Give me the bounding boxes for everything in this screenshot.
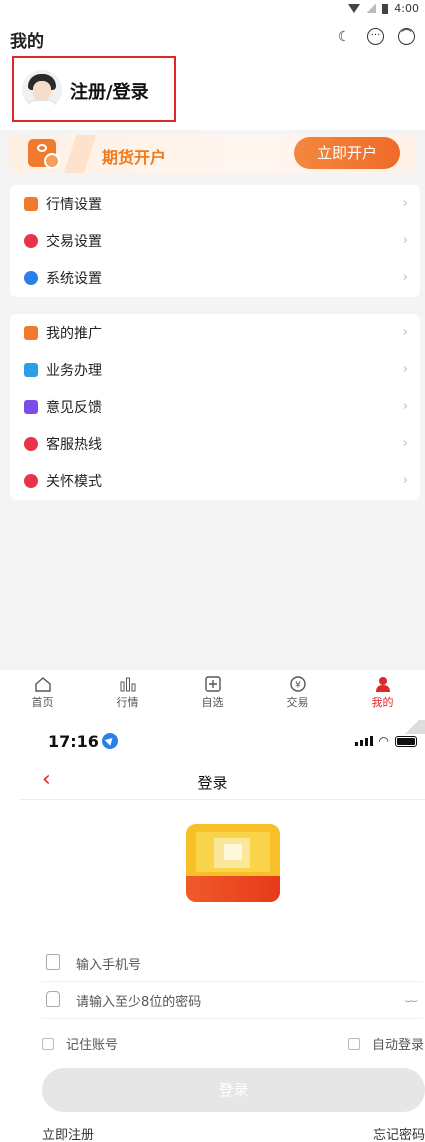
menu-item-label: 我的推广 [46,325,102,342]
menu-item-label: 业务办理 [46,362,102,379]
svg-text:¥: ¥ [295,681,301,691]
tab-watchlist[interactable]: 自选 [170,670,255,712]
message-icon[interactable]: ··· [367,28,384,45]
app-logo [186,824,280,902]
open-account-banner[interactable]: 期货开户 立即开户 [10,135,416,173]
menu-item-feedback[interactable]: 意见反馈 › [10,388,420,425]
wifi-icon: ◠ [378,734,389,748]
avatar [22,70,62,110]
account-icon [28,139,60,169]
yen-icon [24,233,38,248]
login-navbar: ‹ 登录 [20,764,425,800]
tab-label: 自选 [201,696,224,709]
phone-icon [46,954,60,970]
checkbox-icon [347,1038,360,1050]
profile-screen: 4:00 我的 ☾ ··· ⌒ 注册/登录 期货开户 立即开户 行情设置 › 交… [0,0,425,712]
signal-icon [366,4,377,13]
password-field[interactable]: 请输入至少8位的密码 ⌣⌣ [42,981,422,1019]
chevron-right-icon: › [402,196,408,211]
battery-icon [382,3,389,14]
bars-icon [120,677,135,692]
header: 我的 ☾ ··· ⌒ [10,24,415,52]
menu-item-label: 行情设置 [46,196,102,213]
menu-item-label: 系统设置 [46,270,102,287]
service-icon[interactable]: ⌒ [398,28,415,45]
chevron-right-icon: › [402,473,408,488]
bottom-tab-bar: 首页 行情 自选 ¥ 交易 我的 [0,670,425,712]
tab-label: 交易 [286,696,309,709]
page-title: 我的 [10,32,44,52]
menu-item-business[interactable]: 业务办理 › [10,351,420,388]
menu-item-label: 关怀模式 [46,473,102,490]
yen-circle-icon: ¥ [289,676,306,692]
open-account-button[interactable]: 立即开户 [294,137,400,169]
status-time: 4:00 [394,2,419,15]
menu-item-label: 交易设置 [46,233,102,250]
chevron-right-icon: › [402,270,408,285]
auto-login-checkbox[interactable]: 自动登录 [347,1034,424,1053]
add-icon [204,676,221,692]
tab-trade[interactable]: ¥ 交易 [255,670,340,712]
heart-icon [24,473,38,488]
lock-icon [46,991,60,1007]
moon-icon[interactable]: ☾ [335,28,353,46]
ios-status-bar: 17:16 ◠ [0,732,425,756]
briefcase-icon [24,362,38,377]
person-icon [375,677,390,692]
password-placeholder: 请输入至少8位的密码 [76,995,202,1010]
checkbox-icon [42,1038,54,1050]
login-label: 注册/登录 [70,82,149,103]
phone-icon [24,436,38,451]
menu-item-hotline[interactable]: 客服热线 › [10,425,420,462]
phone-field[interactable]: 输入手机号 [42,944,422,982]
tab-label: 行情 [116,696,139,709]
menu-item-system-settings[interactable]: 系统设置 › [10,259,420,296]
grid-icon [24,325,38,340]
forgot-password-link[interactable]: 忘记密码 [373,1124,425,1142]
menu-item-trade-settings[interactable]: 交易设置 › [10,222,420,259]
wifi-icon [348,4,361,13]
login-title: 登录 [197,774,228,792]
home-icon [34,677,51,692]
eye-closed-icon[interactable]: ⌣⌣ [404,993,418,1008]
menu-item-promotion[interactable]: 我的推广 › [10,314,420,351]
settings-card: 行情设置 › 交易设置 › 系统设置 › [10,185,420,297]
tab-mine[interactable]: 我的 [340,670,425,712]
chevron-right-icon: › [402,399,408,414]
chevron-right-icon: › [402,325,408,340]
menu-item-label: 客服热线 [46,436,102,453]
battery-icon [395,735,417,747]
login-button[interactable]: 登录 [42,1068,425,1112]
menu-item-label: 意见反馈 [46,399,102,416]
chevron-right-icon: › [402,362,408,377]
phone-placeholder: 输入手机号 [76,958,142,973]
register-link[interactable]: 立即注册 [42,1124,94,1142]
menu-item-care-mode[interactable]: 关怀模式 › [10,462,420,499]
feedback-icon [24,399,38,414]
menu-item-market-settings[interactable]: 行情设置 › [10,185,420,222]
login-screen: 17:16 ◠ ‹ 登录 输入手机号 请输入至少8位的密码 ⌣⌣ 记住账号 自动… [0,712,425,1142]
login-options: 记住账号 自动登录 [42,1034,425,1056]
tab-label: 首页 [31,696,54,709]
tab-label: 我的 [371,696,394,709]
banner-text: 期货开户 [102,148,167,167]
ios-time: 17:16 [48,732,118,751]
login-entry[interactable]: 注册/登录 [12,56,176,122]
chevron-right-icon: › [402,436,408,451]
tab-market[interactable]: 行情 [85,670,170,712]
remember-account-checkbox[interactable]: 记住账号 [42,1034,118,1053]
services-card: 我的推广 › 业务办理 › 意见反馈 › 客服热线 › 关怀模式 › [10,314,420,500]
status-bar: 4:00 [0,0,425,18]
tab-home[interactable]: 首页 [0,670,85,712]
chevron-right-icon: › [402,233,408,248]
chart-icon [24,196,38,211]
gear-icon [24,270,38,285]
signal-icon [354,736,373,746]
location-icon [101,733,118,749]
